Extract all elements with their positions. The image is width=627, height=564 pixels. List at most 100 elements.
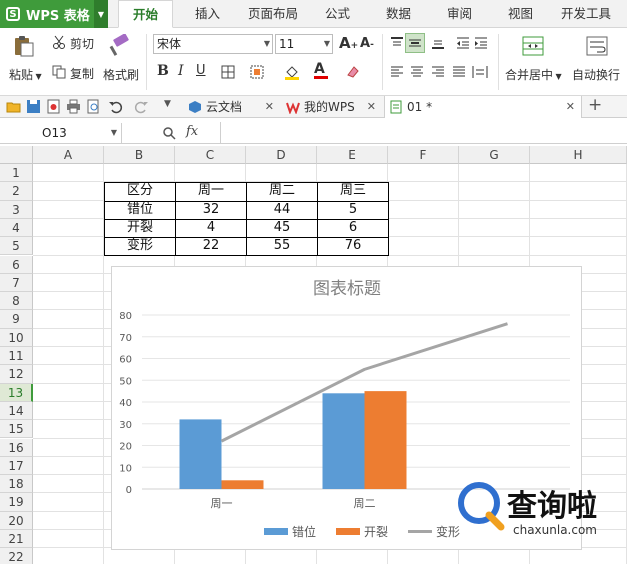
format-painter-button[interactable]: 格式刷	[103, 66, 139, 83]
row-header-2[interactable]: 2	[0, 182, 33, 201]
merge-borders-icon[interactable]	[250, 65, 264, 79]
borders-icon[interactable]	[221, 65, 235, 79]
column-header-b[interactable]: B	[104, 146, 175, 164]
align-bottom-icon[interactable]	[431, 36, 445, 50]
table-cell[interactable]: 45	[246, 218, 318, 239]
row-header-18[interactable]: 18	[0, 475, 33, 494]
formula-input[interactable]	[220, 122, 627, 143]
table-cell[interactable]: 22	[175, 237, 247, 257]
paste-button[interactable]: 粘贴 ▼	[9, 66, 42, 83]
italic-icon[interactable]: I	[178, 63, 184, 79]
column-header-f[interactable]: F	[388, 146, 459, 164]
row-header-9[interactable]: 9	[0, 310, 33, 329]
table-header-cell[interactable]: 区分	[104, 182, 176, 202]
paste-icon[interactable]	[12, 34, 36, 58]
font-color-icon[interactable]: A	[314, 61, 328, 79]
indent-increase-icon[interactable]	[474, 36, 488, 50]
tab-home[interactable]: 开始	[118, 0, 174, 28]
underline-icon[interactable]: U	[196, 63, 206, 78]
merge-center-button[interactable]: 合并居中 ▼	[505, 66, 562, 83]
tab-data[interactable]: 数据	[386, 0, 411, 28]
wrap-text-icon[interactable]	[585, 34, 609, 58]
column-header-h[interactable]: H	[530, 146, 627, 164]
table-cell[interactable]: 开裂	[104, 218, 176, 239]
redo-icon[interactable]	[134, 99, 149, 114]
doc-tab-current[interactable]: 01 * ✕	[384, 96, 582, 118]
column-header-c[interactable]: C	[175, 146, 246, 164]
scissors-icon[interactable]	[52, 35, 66, 49]
quick-access-dropdown-icon[interactable]: ▼	[164, 99, 171, 109]
table-cell[interactable]: 6	[317, 218, 389, 239]
table-cell[interactable]: 错位	[104, 200, 176, 220]
row-header-12[interactable]: 12	[0, 365, 33, 384]
table-header-cell[interactable]: 周一	[175, 182, 247, 202]
column-header-d[interactable]: D	[246, 146, 317, 164]
row-header-16[interactable]: 16	[0, 438, 33, 457]
row-header-6[interactable]: 6	[0, 255, 33, 274]
table-header-cell[interactable]: 周三	[317, 182, 389, 202]
justify-icon[interactable]	[452, 65, 466, 79]
align-left-icon[interactable]	[390, 65, 404, 79]
format-painter-icon[interactable]	[108, 34, 132, 58]
eraser-icon[interactable]	[346, 65, 360, 79]
font-size-select[interactable]: 11 ▼	[275, 34, 333, 54]
open-folder-icon[interactable]	[6, 99, 21, 114]
font-name-select[interactable]: 宋体 ▼	[153, 34, 273, 54]
print-preview-icon[interactable]	[86, 99, 101, 114]
copy-button[interactable]: 复制	[70, 65, 94, 82]
row-header-20[interactable]: 20	[0, 511, 33, 530]
copy-icon[interactable]	[52, 65, 66, 79]
align-top-icon[interactable]	[390, 36, 404, 50]
column-header-g[interactable]: G	[459, 146, 530, 164]
tab-formulas[interactable]: 公式	[325, 0, 350, 28]
close-icon[interactable]: ✕	[367, 96, 376, 118]
app-menu-caret-icon[interactable]: ▼	[94, 0, 108, 28]
tab-insert[interactable]: 插入	[195, 0, 220, 28]
row-header-11[interactable]: 11	[0, 347, 33, 366]
export-pdf-icon[interactable]	[46, 99, 61, 114]
align-right-icon[interactable]	[431, 65, 445, 79]
table-cell[interactable]: 5	[317, 200, 389, 220]
table-cell[interactable]: 4	[175, 218, 247, 239]
new-tab-plus-icon[interactable]: +	[588, 95, 602, 115]
merge-center-icon[interactable]	[521, 34, 545, 58]
app-menu-button[interactable]: S WPS 表格 ▼	[0, 0, 108, 28]
doc-tab-mywps[interactable]: 我的WPS ✕	[282, 96, 382, 118]
column-header-a[interactable]: A	[33, 146, 104, 164]
doc-tab-cloud[interactable]: 云文档 ✕	[184, 96, 280, 118]
decrease-font-icon[interactable]: A-	[360, 36, 374, 51]
row-header-22[interactable]: 22	[0, 548, 33, 564]
row-header-4[interactable]: 4	[0, 218, 33, 238]
close-icon[interactable]: ✕	[265, 96, 274, 118]
row-header-21[interactable]: 21	[0, 530, 33, 549]
print-icon[interactable]	[66, 99, 81, 114]
row-header-3[interactable]: 3	[0, 200, 33, 219]
distribute-icon[interactable]	[472, 65, 488, 79]
bold-icon[interactable]: B	[157, 63, 169, 79]
row-header-7[interactable]: 7	[0, 273, 33, 293]
close-icon[interactable]: ✕	[566, 96, 575, 118]
save-icon[interactable]	[26, 99, 41, 114]
table-cell[interactable]: 44	[246, 200, 318, 220]
tab-view[interactable]: 视图	[508, 0, 533, 28]
undo-icon[interactable]	[108, 99, 123, 114]
tab-page-layout[interactable]: 页面布局	[248, 0, 298, 28]
indent-decrease-icon[interactable]	[456, 36, 470, 50]
increase-font-icon[interactable]: A+	[339, 34, 358, 52]
search-icon[interactable]	[162, 126, 176, 140]
row-header-5[interactable]: 5	[0, 237, 33, 256]
align-center-icon[interactable]	[410, 65, 424, 79]
row-header-17[interactable]: 17	[0, 456, 33, 476]
chevron-down-icon[interactable]: ▼	[111, 123, 117, 143]
row-header-1[interactable]: 1	[0, 164, 33, 183]
tab-developer[interactable]: 开发工具	[561, 0, 611, 28]
select-all-corner[interactable]	[0, 146, 33, 164]
fill-color-icon[interactable]	[284, 64, 300, 80]
table-cell[interactable]: 76	[317, 237, 389, 257]
table-cell[interactable]: 变形	[104, 237, 176, 257]
row-header-10[interactable]: 10	[0, 328, 33, 347]
table-cell[interactable]: 32	[175, 200, 247, 220]
name-box[interactable]: O13 ▼	[0, 123, 122, 143]
cut-button[interactable]: 剪切	[70, 35, 94, 52]
table-cell[interactable]: 55	[246, 237, 318, 257]
